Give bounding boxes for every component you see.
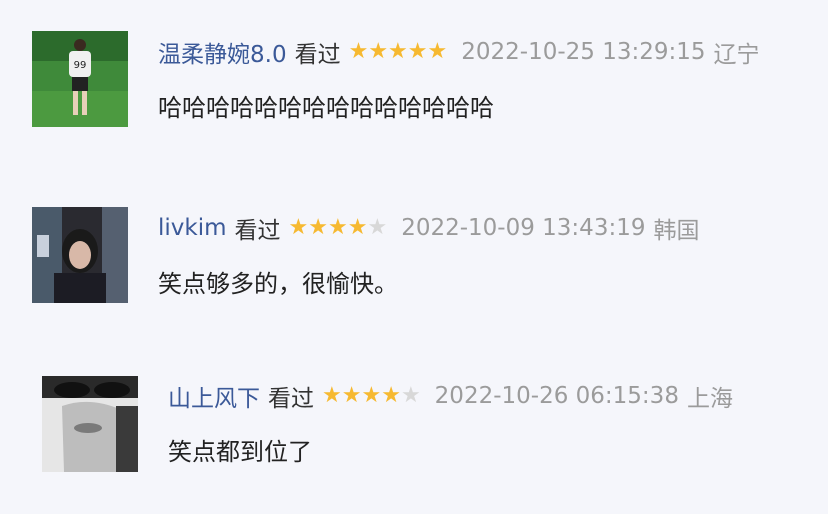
star-full-icon: ★ bbox=[288, 215, 309, 240]
avatar-face-image bbox=[42, 376, 138, 472]
svg-text:99: 99 bbox=[74, 60, 87, 71]
star-full-icon: ★ bbox=[407, 39, 428, 64]
comment-time: 2022-10-26 06:15:38 bbox=[434, 383, 679, 409]
avatar[interactable] bbox=[32, 207, 128, 303]
avatar[interactable] bbox=[42, 376, 138, 472]
comment-meta: 温柔静婉8.0 看过 ★ ★ ★ ★ ★ 2022-10-25 13:29:15… bbox=[158, 36, 760, 68]
star-full-icon: ★ bbox=[322, 383, 342, 408]
comment-text: 笑点够多的，很愉快。 bbox=[158, 270, 398, 298]
comment-time: 2022-10-09 13:43:19 bbox=[401, 215, 646, 241]
comment-meta: livkim 看过 ★ ★ ★ ★ ★ 2022-10-09 13:43:19 … bbox=[158, 212, 699, 244]
star-full-icon: ★ bbox=[368, 39, 389, 64]
rating-stars: ★ ★ ★ ★ ★ bbox=[289, 217, 388, 239]
username-link[interactable]: livkim bbox=[158, 215, 227, 241]
username-link[interactable]: 温柔静婉8.0 bbox=[158, 35, 287, 69]
watched-label: 看过 bbox=[294, 42, 341, 68]
comment-location: 韩国 bbox=[653, 218, 700, 244]
comment-text: 笑点都到位了 bbox=[168, 438, 312, 466]
star-full-icon: ★ bbox=[388, 39, 408, 64]
star-empty-icon: ★ bbox=[367, 215, 388, 240]
rating-stars: ★ ★ ★ ★ ★ bbox=[349, 41, 448, 63]
star-empty-icon: ★ bbox=[400, 383, 421, 408]
comment-meta: 山上风下 看过 ★ ★ ★ ★ ★ 2022-10-26 06:15:38 上海 bbox=[168, 380, 733, 412]
star-full-icon: ★ bbox=[308, 215, 328, 240]
comment-text: 哈哈哈哈哈哈哈哈哈哈哈哈哈哈 bbox=[158, 94, 494, 122]
avatar-portrait-image bbox=[32, 207, 128, 303]
watched-label: 看过 bbox=[234, 218, 281, 244]
comment-location: 上海 bbox=[686, 386, 733, 412]
watched-label: 看过 bbox=[268, 386, 314, 412]
username-link[interactable]: 山上风下 bbox=[168, 379, 260, 413]
star-full-icon: ★ bbox=[361, 383, 382, 408]
star-full-icon: ★ bbox=[348, 39, 369, 64]
rating-stars: ★ ★ ★ ★ ★ bbox=[322, 385, 421, 407]
comment-location: 辽宁 bbox=[713, 42, 760, 68]
star-full-icon: ★ bbox=[327, 215, 348, 240]
star-full-icon: ★ bbox=[427, 39, 448, 64]
star-full-icon: ★ bbox=[381, 383, 401, 408]
avatar-soccer-player-image: 99 bbox=[32, 31, 128, 127]
star-full-icon: ★ bbox=[347, 215, 368, 240]
comment-time: 2022-10-25 13:29:15 bbox=[461, 39, 706, 65]
star-full-icon: ★ bbox=[341, 383, 362, 408]
avatar[interactable]: 99 bbox=[32, 31, 128, 127]
